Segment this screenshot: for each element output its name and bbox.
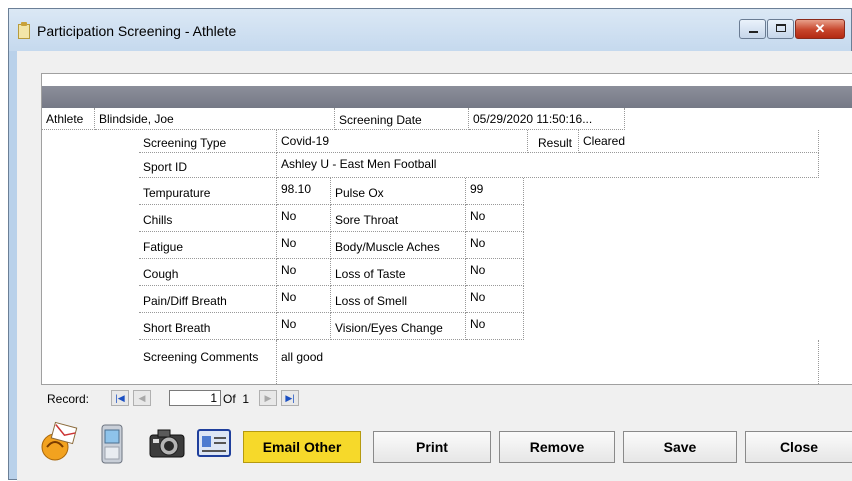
- screening-date-field[interactable]: 05/29/2020 11:50:16...: [469, 108, 625, 130]
- of-label: Of: [223, 392, 236, 406]
- maximize-button[interactable]: [767, 19, 794, 39]
- sport-id-label: Sport ID: [139, 153, 277, 178]
- result-label: Result: [528, 130, 579, 153]
- chills-label: Chills: [139, 205, 277, 232]
- first-record-button[interactable]: |◀: [111, 390, 129, 406]
- current-record-input[interactable]: 1: [169, 390, 221, 406]
- comments-label: Screening Comments: [139, 340, 277, 384]
- print-button[interactable]: Print: [373, 431, 491, 463]
- next-record-icon: ▶: [264, 393, 272, 403]
- sore-throat-field[interactable]: No: [466, 205, 524, 232]
- vision-field[interactable]: No: [466, 313, 524, 340]
- camera-icon[interactable]: [149, 427, 185, 459]
- screening-window: Participation Screening - Athlete ✕ Athl…: [8, 8, 852, 481]
- pain-breath-field[interactable]: No: [277, 286, 331, 313]
- record-count: Of 1: [223, 392, 249, 406]
- pulse-ox-field[interactable]: 99: [466, 178, 524, 205]
- short-breath-field[interactable]: No: [277, 313, 331, 340]
- save-button[interactable]: Save: [623, 431, 737, 463]
- chills-field[interactable]: No: [277, 205, 331, 232]
- mobile-phone-icon[interactable]: [99, 423, 125, 465]
- title-bar[interactable]: Participation Screening - Athlete ✕: [9, 9, 851, 51]
- total-records: 1: [242, 392, 250, 406]
- last-record-icon: ▶|: [285, 393, 295, 403]
- email-other-button[interactable]: Email Other: [243, 431, 361, 463]
- short-breath-label: Short Breath: [139, 313, 277, 340]
- form-header-bar: [42, 86, 852, 108]
- close-button[interactable]: Close: [745, 431, 852, 463]
- screening-form: Athlete Blindside, Joe Screening Date 05…: [41, 73, 852, 385]
- minimize-button[interactable]: [739, 19, 766, 39]
- taste-label: Loss of Taste: [331, 259, 466, 286]
- fatigue-label: Fatigue: [139, 232, 277, 259]
- close-window-button[interactable]: ✕: [795, 19, 845, 39]
- result-field[interactable]: Cleared: [579, 130, 819, 153]
- cough-field[interactable]: No: [277, 259, 331, 286]
- id-card-icon[interactable]: [197, 429, 231, 457]
- temperature-field[interactable]: 98.10: [277, 178, 331, 205]
- athlete-field[interactable]: Blindside, Joe: [95, 108, 335, 130]
- taste-field[interactable]: No: [466, 259, 524, 286]
- previous-record-icon: ◀: [138, 393, 146, 403]
- close-icon: ✕: [814, 21, 826, 36]
- last-record-button[interactable]: ▶|: [281, 390, 299, 406]
- minimize-icon: [749, 31, 758, 33]
- form-client-area: Athlete Blindside, Joe Screening Date 05…: [17, 51, 852, 481]
- record-navigator: Record: |◀ ◀ 1 Of 1 ▶ ▶|: [17, 387, 852, 411]
- vision-label: Vision/Eyes Change: [331, 313, 466, 340]
- aches-label: Body/Muscle Aches: [331, 232, 466, 259]
- action-bar: Email Other Print Remove Save Close: [17, 413, 852, 473]
- maximize-icon: [776, 24, 786, 32]
- comments-field[interactable]: all good: [277, 340, 819, 384]
- sore-throat-label: Sore Throat: [331, 205, 466, 232]
- first-record-icon: |◀: [115, 393, 125, 403]
- remove-button[interactable]: Remove: [499, 431, 615, 463]
- previous-record-button[interactable]: ◀: [133, 390, 151, 406]
- smell-label: Loss of Smell: [331, 286, 466, 313]
- temperature-label: Tempurature: [139, 178, 277, 205]
- next-record-button[interactable]: ▶: [259, 390, 277, 406]
- screening-type-label: Screening Type: [139, 130, 277, 153]
- email-icon[interactable]: [39, 421, 79, 465]
- smell-field[interactable]: No: [466, 286, 524, 313]
- fatigue-field[interactable]: No: [277, 232, 331, 259]
- sport-id-field[interactable]: Ashley U - East Men Football: [277, 153, 819, 178]
- athlete-label: Athlete: [42, 108, 95, 130]
- pain-breath-label: Pain/Diff Breath: [139, 286, 277, 313]
- clipboard-icon: [18, 22, 30, 39]
- screening-date-label: Screening Date: [335, 108, 469, 130]
- record-label: Record:: [47, 392, 90, 406]
- window-title: Participation Screening - Athlete: [37, 23, 237, 39]
- cough-label: Cough: [139, 259, 277, 286]
- pulse-ox-label: Pulse Ox: [331, 178, 466, 205]
- aches-field[interactable]: No: [466, 232, 524, 259]
- screening-type-field[interactable]: Covid-19: [277, 130, 528, 153]
